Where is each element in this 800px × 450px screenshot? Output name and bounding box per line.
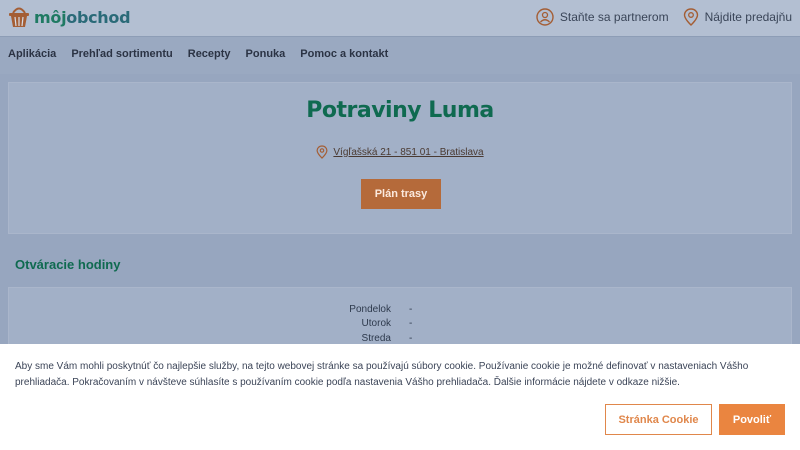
store-address[interactable]: Vígľašská 21 - 851 01 - Bratislava xyxy=(9,145,791,159)
cookie-text: Aby sme Vám mohli poskytnúť čo najlepšie… xyxy=(15,361,749,388)
top-header: môjobchod Staňte sa partnerom Nájdite pr… xyxy=(0,0,800,36)
store-name: Potraviny Luma xyxy=(306,98,494,123)
find-store-link[interactable]: Nájdite predajňu xyxy=(683,8,792,26)
main-nav: Aplikácia Prehľad sortimentu Recepty Pon… xyxy=(0,36,800,74)
hours-day: Utorok xyxy=(361,318,391,329)
logo-text-part2: obchod xyxy=(66,7,131,27)
store-card: Potraviny Luma Vígľašská 21 - 851 01 - B… xyxy=(8,82,792,234)
store-address-text[interactable]: Vígľašská 21 - 851 01 - Bratislava xyxy=(333,147,483,158)
find-store-link-label: Nájdite predajňu xyxy=(704,10,792,24)
hours-value: - xyxy=(409,318,413,329)
hours-day: Pondelok xyxy=(349,304,391,315)
cookie-settings-button[interactable]: Stránka Cookie xyxy=(605,404,712,435)
nav-item-pomoc-a-kontakt[interactable]: Pomoc a kontakt xyxy=(300,48,388,60)
partner-icon xyxy=(536,8,554,26)
location-pin-icon xyxy=(316,145,328,159)
nav-item-aplikacia[interactable]: Aplikácia xyxy=(8,48,56,60)
logo-text: môjobchod xyxy=(34,7,131,27)
logo[interactable]: môjobchod xyxy=(8,5,131,29)
cookie-allow-button[interactable]: Povoliť xyxy=(719,404,785,435)
route-plan-button[interactable]: Plán trasy xyxy=(361,179,441,209)
logo-text-part1: môj xyxy=(34,7,67,27)
hours-value: - xyxy=(409,333,413,344)
partner-link[interactable]: Staňte sa partnerom xyxy=(536,8,669,26)
basket-icon xyxy=(9,7,29,27)
opening-hours-title: Otváracie hodiny xyxy=(15,257,121,272)
partner-link-label: Staňte sa partnerom xyxy=(559,10,669,24)
hours-value: - xyxy=(409,304,413,315)
header-links: Staňte sa partnerom Nájdite predajňu xyxy=(536,8,792,26)
nav-item-prehlad-sortimentu[interactable]: Prehľad sortimentu xyxy=(71,48,172,60)
nav-list: Aplikácia Prehľad sortimentu Recepty Pon… xyxy=(8,48,388,60)
hours-day: Streda xyxy=(361,333,391,344)
nav-item-ponuka[interactable]: Ponuka xyxy=(246,48,286,60)
location-pin-icon xyxy=(683,8,698,26)
nav-item-recepty[interactable]: Recepty xyxy=(188,48,231,60)
